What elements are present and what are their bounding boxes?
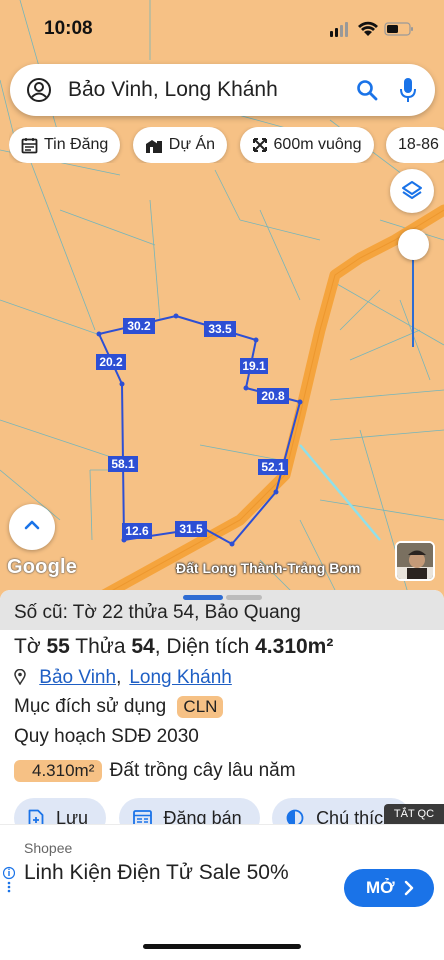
- expand-up-button[interactable]: [9, 504, 55, 550]
- land-use-purpose: Mục đích sử dụng CLN: [14, 696, 224, 718]
- chip-label: Tin Đăng: [44, 136, 109, 153]
- chip-label: 18-86: [398, 136, 439, 153]
- search-input[interactable]: Bảo Vinh, Long Khánh: [68, 78, 278, 102]
- filter-chips: Tin Đăng Dự Án 600m vuông 18-86: [9, 127, 444, 163]
- edge-label: 20.8: [257, 388, 289, 404]
- ward-link[interactable]: Bảo Vinh: [39, 667, 116, 688]
- ad-open-button[interactable]: MỞ: [344, 869, 434, 907]
- home-indicator: [143, 944, 301, 949]
- edge-label: 31.5: [175, 521, 207, 537]
- buildings-icon: [145, 139, 162, 153]
- battery-icon: [384, 22, 413, 36]
- layers-button[interactable]: [390, 169, 434, 213]
- chevron-up-icon: [24, 520, 40, 530]
- edge-label: 12.6: [122, 523, 152, 539]
- ad-banner[interactable]: Shopee Linh Kiện Điện Tử Sale 50% MỞ: [0, 824, 444, 922]
- chip-label: 600m vuông: [273, 136, 362, 153]
- svg-text:19.1: 19.1: [242, 359, 266, 373]
- opacity-slider-track[interactable]: [412, 245, 414, 347]
- search-bar[interactable]: Bảo Vinh, Long Khánh: [10, 64, 435, 116]
- map-caption: Đất Long Thành-Trảng Bom: [176, 560, 361, 576]
- city-link[interactable]: Long Khánh: [129, 667, 232, 688]
- land-type: Đất trồng cây lâu năm: [109, 760, 296, 781]
- search-icon[interactable]: [355, 78, 379, 107]
- area-badge: 4.310m²: [14, 760, 103, 782]
- svg-text:33.5: 33.5: [208, 322, 232, 336]
- ad-brand: Shopee: [24, 840, 73, 856]
- location-line: Bảo Vinh, Long Khánh: [14, 667, 232, 691]
- plot-label: Thửa: [75, 635, 126, 658]
- wifi-icon: [358, 21, 378, 36]
- layers-icon: [402, 181, 422, 199]
- edge-label: 33.5: [204, 321, 236, 337]
- ad-open-label: MỞ: [366, 878, 395, 897]
- chevron-right-icon: [404, 869, 414, 921]
- purpose-label: Mục đích sử dụng: [14, 696, 167, 717]
- svg-text:20.2: 20.2: [99, 355, 123, 369]
- edge-label: 52.1: [258, 459, 288, 475]
- land-type-row: 4.310m² Đất trồng cây lâu năm: [14, 760, 296, 782]
- info-icon[interactable]: [2, 865, 16, 900]
- sheet-handle-secondary[interactable]: [226, 595, 262, 600]
- edge-label: 30.2: [123, 318, 155, 334]
- location-separator: ,: [116, 667, 122, 688]
- status-icons: [330, 20, 414, 43]
- svg-text:58.1: 58.1: [111, 457, 135, 471]
- edge-label: 19.1: [240, 358, 268, 374]
- svg-text:20.8: 20.8: [261, 389, 285, 403]
- area-value: 4.310m²: [255, 635, 334, 658]
- sheet-label: Tờ: [14, 635, 41, 658]
- status-bar: 10:08: [0, 0, 444, 58]
- area-label: Diện tích: [166, 635, 250, 658]
- chip-area[interactable]: 600m vuông: [239, 127, 374, 163]
- edge-label: 58.1: [108, 456, 138, 472]
- chip-listings[interactable]: Tin Đăng: [9, 127, 121, 163]
- parcel-title: Tờ 55 Thửa 54, Diện tích 4.310m²: [14, 635, 334, 658]
- signal-icon: [330, 22, 348, 37]
- account-icon[interactable]: [26, 77, 52, 108]
- svg-text:12.6: 12.6: [125, 524, 149, 538]
- avatar[interactable]: [395, 541, 435, 581]
- sheet-number: 55: [46, 635, 70, 658]
- chip-projects[interactable]: Dự Án: [132, 127, 228, 163]
- ad-headline: Linh Kiện Điện Tử Sale 50%: [24, 861, 289, 884]
- microphone-icon[interactable]: [399, 77, 417, 108]
- svg-text:31.5: 31.5: [179, 522, 203, 536]
- chip-label: Dự Án: [168, 136, 216, 153]
- google-logo: Google: [7, 556, 78, 578]
- svg-text:52.1: 52.1: [261, 460, 285, 474]
- purpose-code-badge: CLN: [177, 696, 224, 718]
- calendar-icon: [21, 137, 38, 153]
- status-time: 10:08: [44, 18, 93, 39]
- hide-ad-button[interactable]: TẮT QC: [384, 804, 444, 824]
- svg-text:30.2: 30.2: [127, 319, 151, 333]
- plot-number: 54: [131, 635, 155, 658]
- resize-icon: [252, 138, 267, 152]
- chip-range[interactable]: 18-86: [386, 127, 444, 163]
- zoning-plan: Quy hoạch SDĐ 2030: [14, 726, 199, 747]
- sheet-handle[interactable]: [183, 595, 223, 600]
- location-pin-icon: [14, 668, 26, 691]
- opacity-slider-handle[interactable]: [398, 229, 429, 260]
- edge-label: 20.2: [96, 354, 126, 370]
